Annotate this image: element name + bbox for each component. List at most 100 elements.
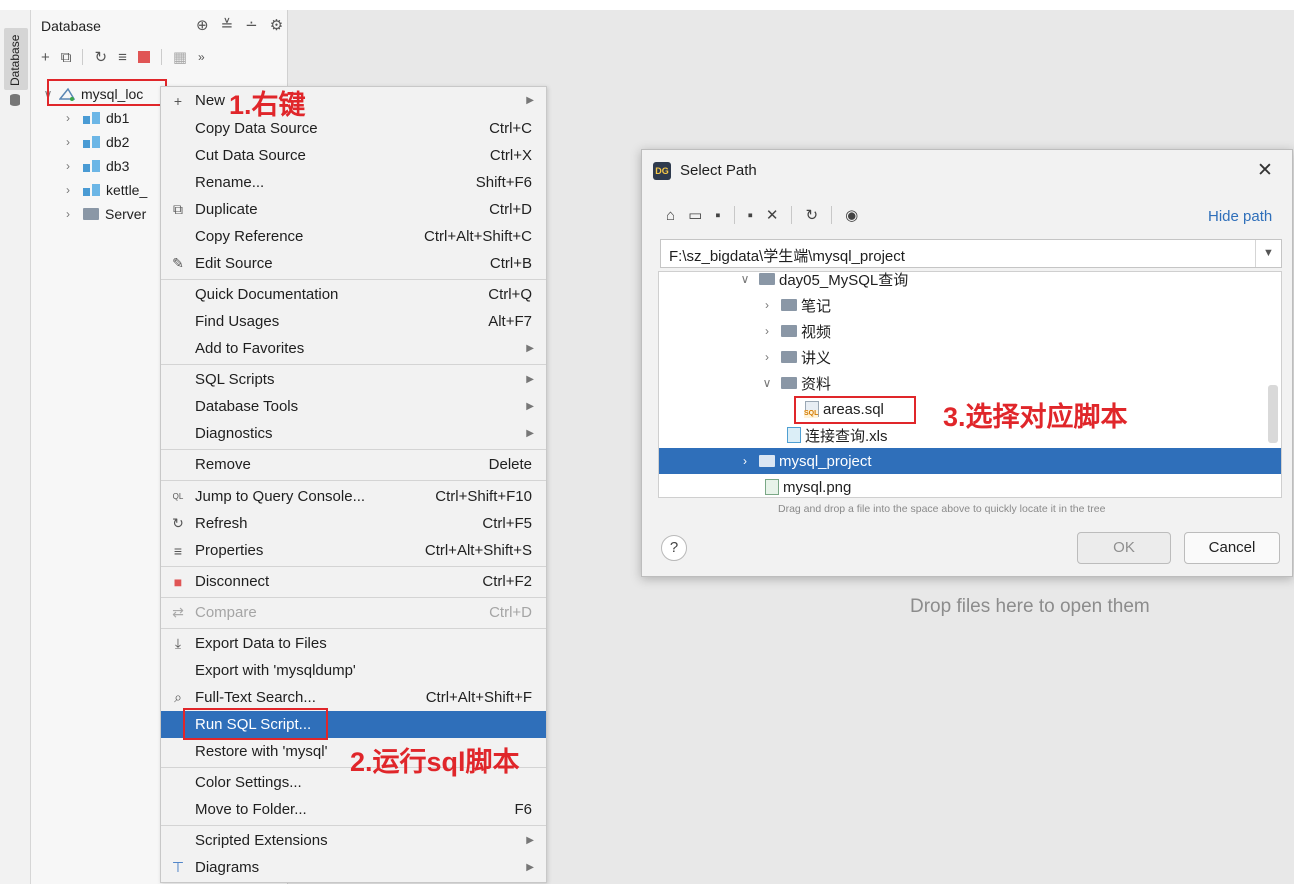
chevron-right-icon[interactable]: › bbox=[61, 135, 75, 149]
toolbar-separator bbox=[791, 206, 793, 224]
cancel-button[interactable]: Cancel bbox=[1184, 532, 1280, 564]
chevron-down-icon[interactable]: ∨ bbox=[737, 272, 753, 286]
compare-icon: ⇄ bbox=[172, 604, 184, 620]
file-tree-row[interactable]: ∨ day05_MySQL查询 bbox=[659, 272, 1281, 292]
desktop-icon[interactable]: ▭ bbox=[688, 206, 702, 224]
menu-item-database-tools[interactable]: Database Tools ▶ bbox=[161, 393, 546, 420]
file-tree-row[interactable]: ∨ 资料 bbox=[659, 370, 1281, 396]
menu-item-diagnostics[interactable]: Diagnostics ▶ bbox=[161, 420, 546, 447]
chevron-right-icon[interactable]: › bbox=[759, 350, 775, 364]
chevron-right-icon[interactable]: › bbox=[61, 111, 75, 125]
path-input[interactable]: F:\sz_bigdata\学生端\mysql_project ▼ bbox=[660, 239, 1282, 268]
menu-item-cut-data-source[interactable]: Cut Data Source Ctrl+X bbox=[161, 142, 546, 169]
add-icon[interactable]: + bbox=[41, 49, 50, 66]
chevron-right-icon[interactable]: › bbox=[759, 324, 775, 338]
menu-item-move-to-folder[interactable]: Move to Folder... F6 bbox=[161, 796, 546, 823]
file-tree-row[interactable]: › 视频 bbox=[659, 318, 1281, 344]
menu-item-new[interactable]: + New ▶ bbox=[161, 87, 546, 114]
properties-icon[interactable]: ≡ bbox=[118, 49, 127, 66]
show-hidden-icon[interactable]: ◉ bbox=[845, 206, 858, 224]
select-path-dialog: DG Select Path ✕ ⌂ ▭ ▪ ▪ ✕ ↻ ◉ Hide path… bbox=[641, 149, 1293, 577]
menu-item-scripted-extensions[interactable]: Scripted Extensions ▶ bbox=[161, 827, 546, 854]
tree-row-kettle[interactable]: › kettle_ bbox=[61, 178, 147, 202]
refresh-icon[interactable]: ↻ bbox=[94, 48, 107, 66]
file-tree-row[interactable]: › 讲义 bbox=[659, 344, 1281, 370]
menu-item-jump-to-query-console[interactable]: QL Jump to Query Console... Ctrl+Shift+F10 bbox=[161, 483, 546, 510]
chevron-down-icon[interactable]: ▼ bbox=[1255, 240, 1281, 267]
new-folder-icon[interactable]: ▪ bbox=[748, 207, 753, 224]
file-tree-row[interactable]: mysql.png bbox=[659, 474, 1281, 497]
tree-row-db2[interactable]: › db2 bbox=[61, 130, 129, 154]
menu-label: Rename... bbox=[195, 174, 265, 191]
menu-item-copy-data-source[interactable]: Copy Data Source Ctrl+C bbox=[161, 115, 546, 142]
menu-separator bbox=[161, 566, 546, 567]
menu-item-disconnect[interactable]: ■ Disconnect Ctrl+F2 bbox=[161, 568, 546, 595]
more-icon[interactable]: » bbox=[198, 50, 205, 64]
table-icon[interactable]: ▦ bbox=[173, 48, 187, 66]
delete-icon[interactable]: ✕ bbox=[766, 206, 779, 224]
query-console-icon: QL bbox=[172, 492, 184, 501]
duplicate-icon[interactable]: ⧉ bbox=[61, 49, 72, 66]
menu-item-export-data-to-files[interactable]: ⤓ Export Data to Files bbox=[161, 630, 546, 657]
home-icon[interactable]: ⌂ bbox=[666, 207, 675, 224]
collapse-all-icon[interactable]: ∸ bbox=[245, 16, 258, 34]
chevron-right-icon[interactable]: › bbox=[61, 207, 75, 221]
database-stack-icon[interactable] bbox=[9, 93, 21, 107]
menu-shortcut: Ctrl+D bbox=[489, 201, 532, 218]
menu-item-find-usages[interactable]: Find Usages Alt+F7 bbox=[161, 308, 546, 335]
close-icon[interactable]: ✕ bbox=[1257, 159, 1273, 182]
ok-button[interactable]: OK bbox=[1077, 532, 1171, 564]
chevron-right-icon[interactable]: › bbox=[61, 159, 75, 173]
expand-all-icon[interactable]: ≚ bbox=[221, 16, 234, 34]
menu-label: Remove bbox=[195, 456, 251, 473]
settings-icon[interactable]: ⚙ bbox=[270, 16, 283, 34]
tree-row-server[interactable]: › Server bbox=[61, 202, 146, 226]
toolbar-separator bbox=[82, 49, 84, 65]
menu-label: Database Tools bbox=[195, 398, 299, 415]
highlight-box-run-sql-script bbox=[183, 708, 328, 740]
menu-item-full-text-search[interactable]: ⌕ Full-Text Search... Ctrl+Alt+Shift+F bbox=[161, 684, 546, 711]
tree-row-db3[interactable]: › db3 bbox=[61, 154, 129, 178]
chevron-right-icon[interactable]: › bbox=[737, 454, 753, 468]
menu-item-refresh[interactable]: ↻ Refresh Ctrl+F5 bbox=[161, 510, 546, 537]
menu-item-copy-reference[interactable]: Copy Reference Ctrl+Alt+Shift+C bbox=[161, 223, 546, 250]
target-icon[interactable]: ⊕ bbox=[196, 16, 209, 34]
menu-item-edit-source[interactable]: ✎ Edit Source Ctrl+B bbox=[161, 250, 546, 277]
menu-item-add-to-favorites[interactable]: Add to Favorites ▶ bbox=[161, 335, 546, 362]
menu-item-sql-scripts[interactable]: SQL Scripts ▶ bbox=[161, 366, 546, 393]
duplicate-icon: ⧉ bbox=[173, 201, 183, 217]
file-tree-scrollbar[interactable] bbox=[1268, 385, 1278, 443]
menu-shortcut: Ctrl+F5 bbox=[482, 515, 532, 532]
plus-icon: + bbox=[173, 92, 183, 109]
export-icon: ⤓ bbox=[174, 635, 182, 651]
menu-item-properties[interactable]: ≡ Properties Ctrl+Alt+Shift+S bbox=[161, 537, 546, 564]
drag-drop-hint: Drag and drop a file into the space abov… bbox=[778, 503, 1106, 515]
menu-item-diagrams[interactable]: ⊤ Diagrams ▶ bbox=[161, 854, 546, 881]
submenu-arrow-icon: ▶ bbox=[526, 862, 534, 873]
menu-item-compare: ⇄ Compare Ctrl+D bbox=[161, 599, 546, 626]
refresh-icon[interactable]: ↻ bbox=[805, 206, 818, 224]
file-tree-row-selected[interactable]: › mysql_project bbox=[659, 448, 1281, 474]
menu-item-export-with-mysqldump[interactable]: Export with 'mysqldump' bbox=[161, 657, 546, 684]
submenu-arrow-icon: ▶ bbox=[526, 401, 534, 412]
menu-item-remove[interactable]: Remove Delete bbox=[161, 451, 546, 478]
file-tree-label: 笔记 bbox=[801, 297, 832, 315]
chevron-right-icon[interactable]: › bbox=[61, 183, 75, 197]
folder-icon bbox=[781, 299, 797, 311]
menu-label: Export Data to Files bbox=[195, 635, 327, 652]
menu-item-quick-documentation[interactable]: Quick Documentation Ctrl+Q bbox=[161, 281, 546, 308]
tree-row-db1[interactable]: › db1 bbox=[61, 106, 129, 130]
hide-path-link[interactable]: Hide path bbox=[1208, 208, 1272, 225]
menu-item-rename[interactable]: Rename... Shift+F6 bbox=[161, 169, 546, 196]
chevron-down-icon[interactable]: ∨ bbox=[759, 376, 775, 390]
help-button[interactable]: ? bbox=[661, 535, 687, 561]
chevron-right-icon[interactable]: › bbox=[759, 298, 775, 312]
database-tool-tab-label: Database bbox=[8, 34, 22, 86]
disconnect-icon: ■ bbox=[173, 573, 183, 590]
file-tree-row[interactable]: › 笔记 bbox=[659, 292, 1281, 318]
project-folder-icon[interactable]: ▪ bbox=[715, 207, 720, 224]
menu-item-duplicate[interactable]: ⧉ Duplicate Ctrl+D bbox=[161, 196, 546, 223]
menu-separator bbox=[161, 449, 546, 450]
database-tool-tab[interactable]: Database bbox=[4, 28, 28, 90]
disconnect-icon[interactable] bbox=[137, 51, 150, 63]
